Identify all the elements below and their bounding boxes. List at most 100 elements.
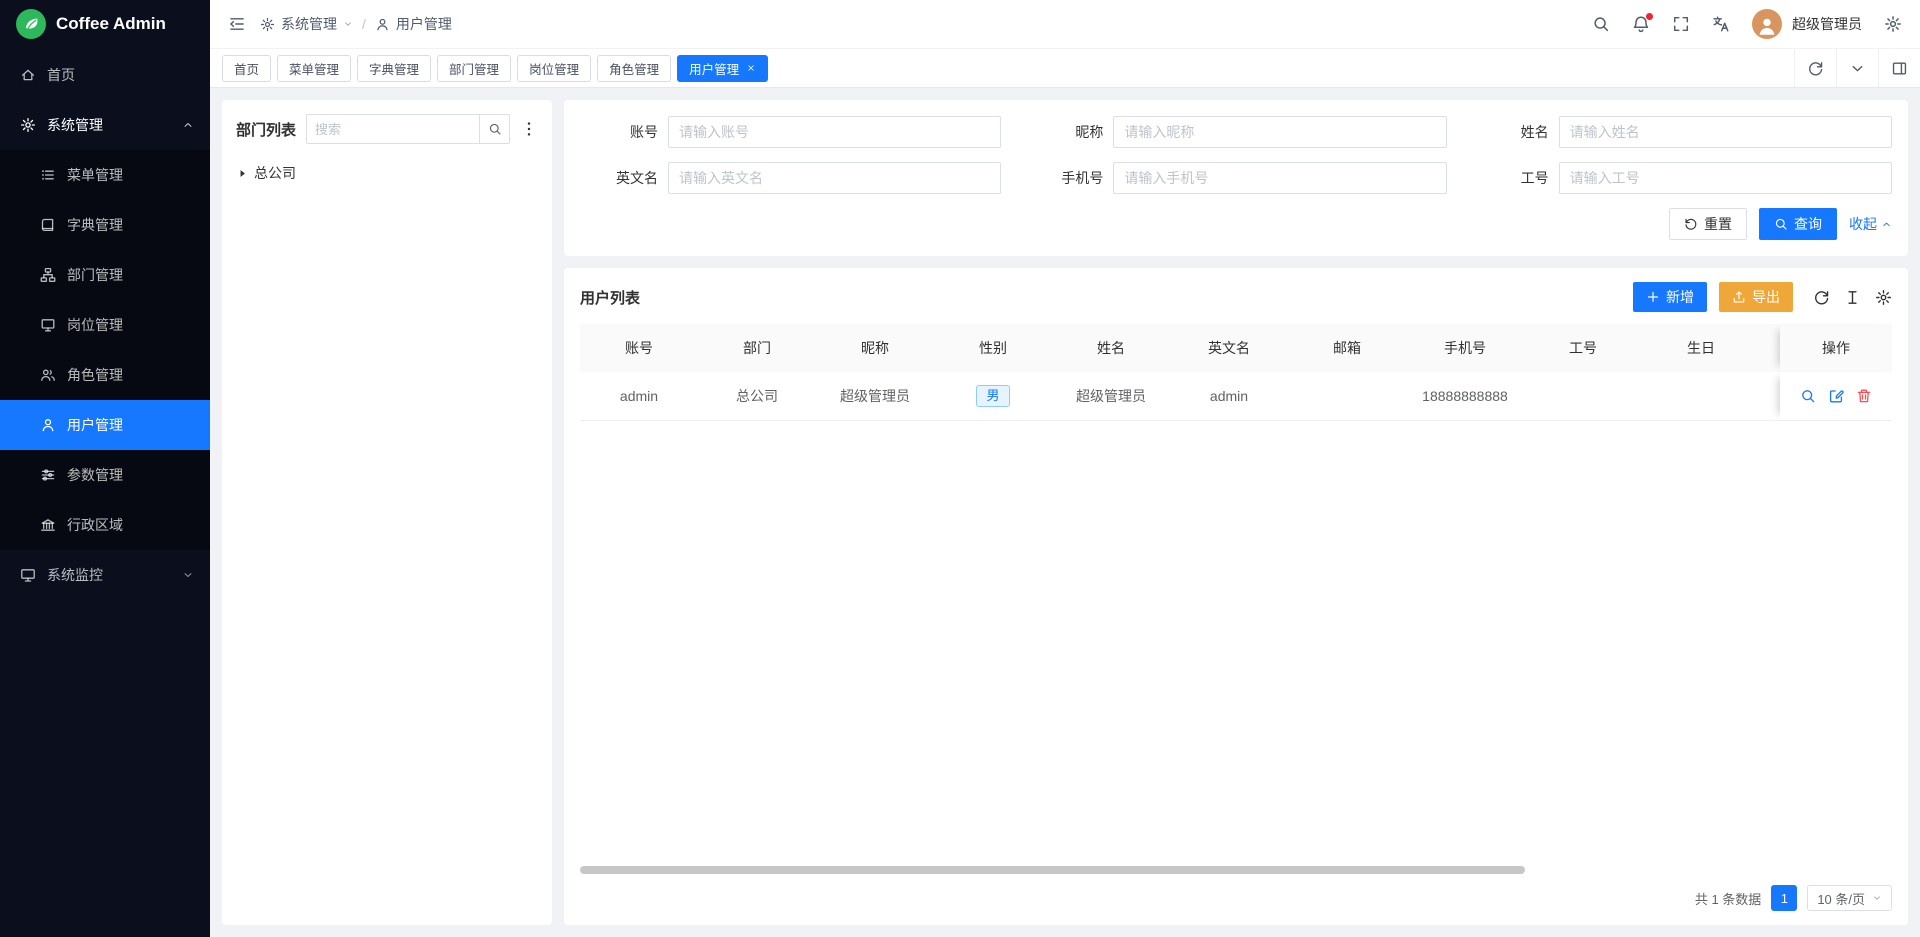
cell-name: 超级管理员 <box>1052 372 1170 420</box>
filter-input-name[interactable] <box>1559 116 1892 148</box>
tab-post[interactable]: 岗位管理 <box>517 55 591 82</box>
gender-tag: 男 <box>976 385 1009 407</box>
collapse-filter-link[interactable]: 收起 <box>1849 214 1892 234</box>
sidebar-item-post[interactable]: 岗位管理 <box>0 300 210 350</box>
refresh-icon[interactable] <box>1813 289 1830 306</box>
filter-field-job_no: 工号 <box>1471 162 1892 194</box>
filter-input-en_name[interactable] <box>668 162 1001 194</box>
table-settings-gear-icon[interactable] <box>1875 289 1892 306</box>
department-panel: 部门列表 总公司 <box>222 100 552 925</box>
main-column: 系统管理 / 用户管理 超级管理员 首 <box>210 0 1920 937</box>
filter-label-name: 姓名 <box>1471 122 1549 142</box>
search-button[interactable]: 查询 <box>1759 208 1837 240</box>
filter-input-phone[interactable] <box>1113 162 1446 194</box>
sidebar: Coffee Admin 首页系统管理菜单管理字典管理部门管理岗位管理角色管理用… <box>0 0 210 937</box>
tab-role[interactable]: 角色管理 <box>597 55 671 82</box>
tree-node-root[interactable]: 总公司 <box>236 158 538 188</box>
filter-input-nickname[interactable] <box>1113 116 1446 148</box>
sidebar-item-home[interactable]: 首页 <box>0 50 210 100</box>
search-button-label: 查询 <box>1794 214 1822 234</box>
filter-actions: 重置 查询 收起 <box>580 208 1892 240</box>
app-root: Coffee Admin 首页系统管理菜单管理字典管理部门管理岗位管理角色管理用… <box>0 0 1920 937</box>
view-row-button[interactable] <box>1800 388 1816 404</box>
page-size-select[interactable]: 10 条/页 <box>1807 885 1892 911</box>
row-filler <box>1760 372 1780 420</box>
translate-icon[interactable] <box>1712 15 1730 33</box>
settings-gear-icon[interactable] <box>1884 15 1902 33</box>
sidebar-item-user[interactable]: 用户管理 <box>0 400 210 450</box>
breadcrumb-item-system[interactable]: 系统管理 <box>281 14 337 34</box>
more-options-icon[interactable] <box>520 120 538 138</box>
reset-button[interactable]: 重置 <box>1669 208 1747 240</box>
filter-input-job_no[interactable] <box>1559 162 1892 194</box>
cell-email <box>1288 372 1406 420</box>
column-settings-icon[interactable] <box>1844 289 1861 306</box>
export-icon <box>1732 290 1746 304</box>
user-menu[interactable]: 超级管理员 <box>1752 9 1862 39</box>
cell-phone: 18888888888 <box>1406 372 1524 420</box>
layout-panel-button[interactable] <box>1878 49 1920 87</box>
sidebar-submenu-system: 菜单管理字典管理部门管理岗位管理角色管理用户管理参数管理行政区域 <box>0 150 210 550</box>
sidebar-item-label: 参数管理 <box>67 465 123 485</box>
department-tree: 总公司 <box>236 158 538 188</box>
sidebar-item-system[interactable]: 系统管理 <box>0 100 210 150</box>
column-header-name: 姓名 <box>1052 324 1170 372</box>
column-header-en_name: 英文名 <box>1170 324 1288 372</box>
user-table: 账号部门昵称性别姓名英文名邮箱手机号工号生日操作 admin总公司超级管理员男超… <box>580 324 1892 919</box>
tab-home[interactable]: 首页 <box>222 55 271 82</box>
sidebar-item-dept[interactable]: 部门管理 <box>0 250 210 300</box>
tab-dept[interactable]: 部门管理 <box>437 55 511 82</box>
tab-menu[interactable]: 菜单管理 <box>277 55 351 82</box>
edit-row-button[interactable] <box>1828 388 1844 404</box>
column-header-dept: 部门 <box>698 324 816 372</box>
dept-icon <box>40 267 56 283</box>
gear-icon <box>20 117 36 133</box>
sidebar-item-label: 行政区域 <box>67 515 123 535</box>
cell-gender: 男 <box>934 372 1052 420</box>
breadcrumb-separator: / <box>362 16 366 32</box>
sidebar-item-label: 部门管理 <box>67 265 123 285</box>
filter-input-account[interactable] <box>668 116 1001 148</box>
sidebar-item-menu[interactable]: 菜单管理 <box>0 150 210 200</box>
fullscreen-icon[interactable] <box>1672 15 1690 33</box>
tab-options-button[interactable] <box>1836 49 1878 87</box>
tab-dict[interactable]: 字典管理 <box>357 55 431 82</box>
close-icon[interactable] <box>746 63 756 73</box>
chevron-down-icon[interactable] <box>343 19 353 29</box>
sidebar-item-label: 角色管理 <box>67 365 123 385</box>
delete-row-button[interactable] <box>1856 388 1872 404</box>
caret-right-icon[interactable] <box>236 167 249 180</box>
column-header-gender: 性别 <box>934 324 1052 372</box>
refresh-tab-button[interactable] <box>1794 49 1836 87</box>
pagination: 共 1 条数据 1 10 条/页 <box>580 877 1892 919</box>
sidebar-item-label: 系统监控 <box>47 565 103 585</box>
pagination-total: 共 1 条数据 <box>1695 889 1761 908</box>
add-button[interactable]: 新增 <box>1633 282 1707 312</box>
notification-bell-icon[interactable] <box>1632 15 1650 33</box>
bell-icon <box>1632 15 1650 33</box>
department-search-button[interactable] <box>479 115 509 143</box>
filter-form: 账号昵称姓名英文名手机号工号 <box>580 116 1892 194</box>
table-header-filler <box>1760 324 1780 372</box>
export-button[interactable]: 导出 <box>1719 282 1793 312</box>
sidebar-item-label: 字典管理 <box>67 215 123 235</box>
sidebar-item-param[interactable]: 参数管理 <box>0 450 210 500</box>
horizontal-scrollbar <box>580 865 1892 875</box>
sidebar-item-region[interactable]: 行政区域 <box>0 500 210 550</box>
sidebar-item-monitor[interactable]: 系统监控 <box>0 550 210 600</box>
sidebar-item-dict[interactable]: 字典管理 <box>0 200 210 250</box>
table-header-row: 账号部门昵称性别姓名英文名邮箱手机号工号生日操作 <box>580 324 1892 372</box>
tab-user[interactable]: 用户管理 <box>677 55 768 82</box>
department-search-input[interactable] <box>307 122 479 137</box>
role-icon <box>40 367 56 383</box>
reset-button-label: 重置 <box>1704 214 1732 234</box>
plus-icon <box>1646 290 1660 304</box>
search-icon[interactable] <box>1592 15 1610 33</box>
sidebar-item-role[interactable]: 角色管理 <box>0 350 210 400</box>
coffee-logo-icon <box>16 9 46 39</box>
filter-label-nickname: 昵称 <box>1025 122 1103 142</box>
sidebar-collapse-icon[interactable] <box>228 15 246 33</box>
page-number-button[interactable]: 1 <box>1771 885 1797 911</box>
table-card-header: 用户列表 新增 导出 <box>580 282 1892 312</box>
scrollbar-thumb[interactable] <box>580 866 1525 874</box>
